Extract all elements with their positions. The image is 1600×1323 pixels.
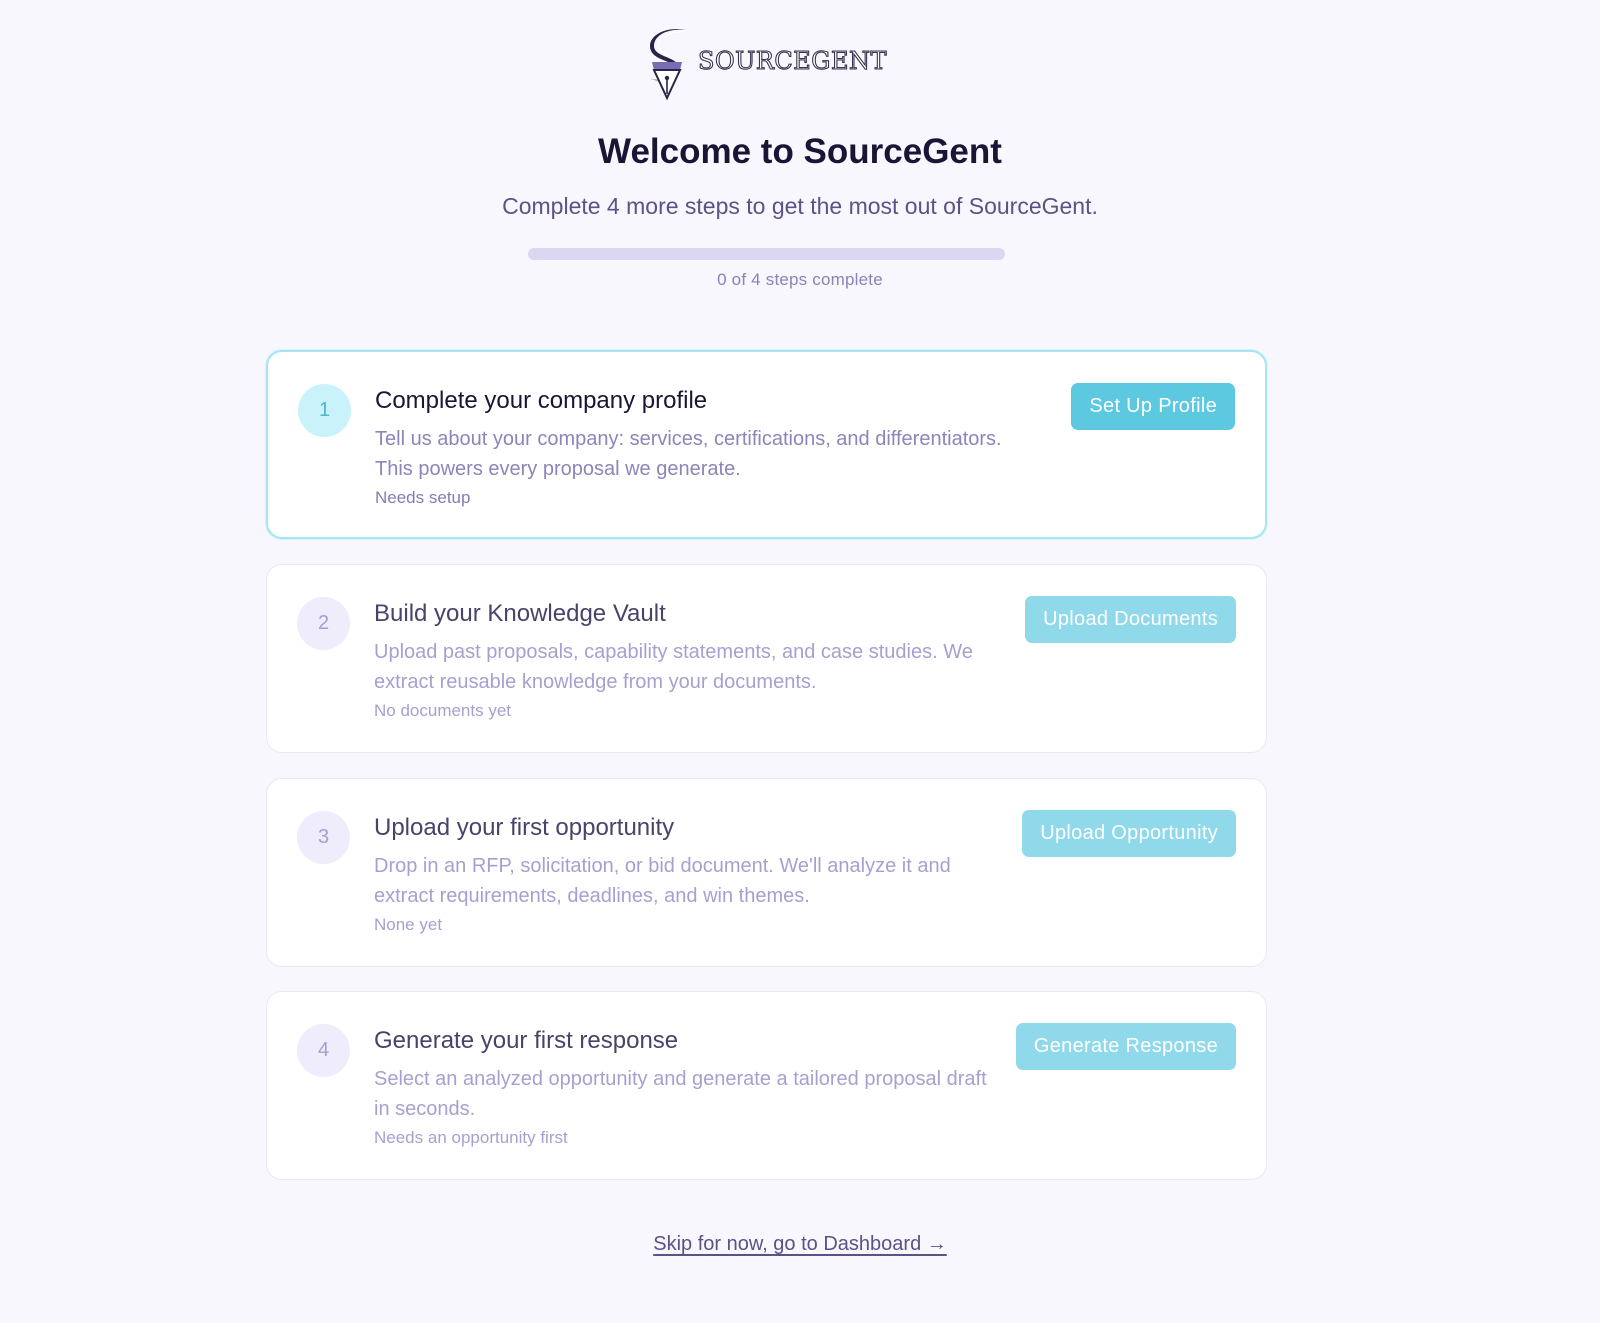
- brand-name: SOURCEGENT: [697, 46, 887, 75]
- page-title: Welcome to SourceGent: [598, 132, 1002, 171]
- skip-to-dashboard-link[interactable]: Skip for now, go to Dashboard →: [653, 1233, 947, 1255]
- progress-label: 0 of 4 steps complete: [717, 270, 883, 289]
- step-status: Needs setup: [375, 488, 471, 507]
- skip-link-container: Skip for now, go to Dashboard →: [0, 1233, 1600, 1256]
- brand-logo: SOURCEGENT: [640, 26, 900, 102]
- step-status: Needs an opportunity first: [374, 1128, 568, 1147]
- step-card-knowledge-vault: 2 Build your Knowledge Vault Upload past…: [266, 564, 1267, 753]
- step-number-badge: 1: [298, 384, 351, 437]
- step-number-badge: 4: [297, 1024, 350, 1077]
- step-status: No documents yet: [374, 701, 512, 720]
- generate-response-button[interactable]: Generate Response: [1015, 1023, 1236, 1070]
- page-subtitle: Complete 4 more steps to get the most ou…: [502, 193, 1098, 219]
- step-number-badge: 2: [297, 597, 350, 650]
- progress-bar: [528, 248, 1005, 260]
- step-card-first-opportunity: 3 Upload your first opportunity Drop in …: [266, 778, 1267, 967]
- upload-opportunity-button[interactable]: Upload Opportunity: [1022, 810, 1236, 857]
- upload-documents-button[interactable]: Upload Documents: [1025, 596, 1236, 643]
- step-description: Drop in an RFP, solicitation, or bid doc…: [374, 855, 951, 907]
- pen-nib-s-logo-icon: [648, 28, 686, 101]
- step-title: Complete your company profile: [375, 387, 708, 414]
- step-card-company-profile: 1 Complete your company profile Tell us …: [266, 350, 1267, 539]
- step-status: None yet: [374, 915, 443, 934]
- step-description: Upload past proposals, capability statem…: [374, 641, 973, 693]
- onboarding-page: SOURCEGENT Welcome to SourceGent Complet…: [0, 0, 1600, 1323]
- step-card-first-response: 4 Generate your first response Select an…: [266, 991, 1267, 1180]
- step-title: Generate your first response: [374, 1027, 679, 1054]
- step-number-badge: 3: [297, 811, 350, 864]
- set-up-profile-button[interactable]: Set Up Profile: [1071, 383, 1235, 430]
- step-description: Select an analyzed opportunity and gener…: [374, 1068, 987, 1120]
- step-description: Tell us about your company: services, ce…: [375, 428, 1002, 480]
- step-title: Upload your first opportunity: [374, 814, 675, 841]
- step-title: Build your Knowledge Vault: [374, 600, 666, 627]
